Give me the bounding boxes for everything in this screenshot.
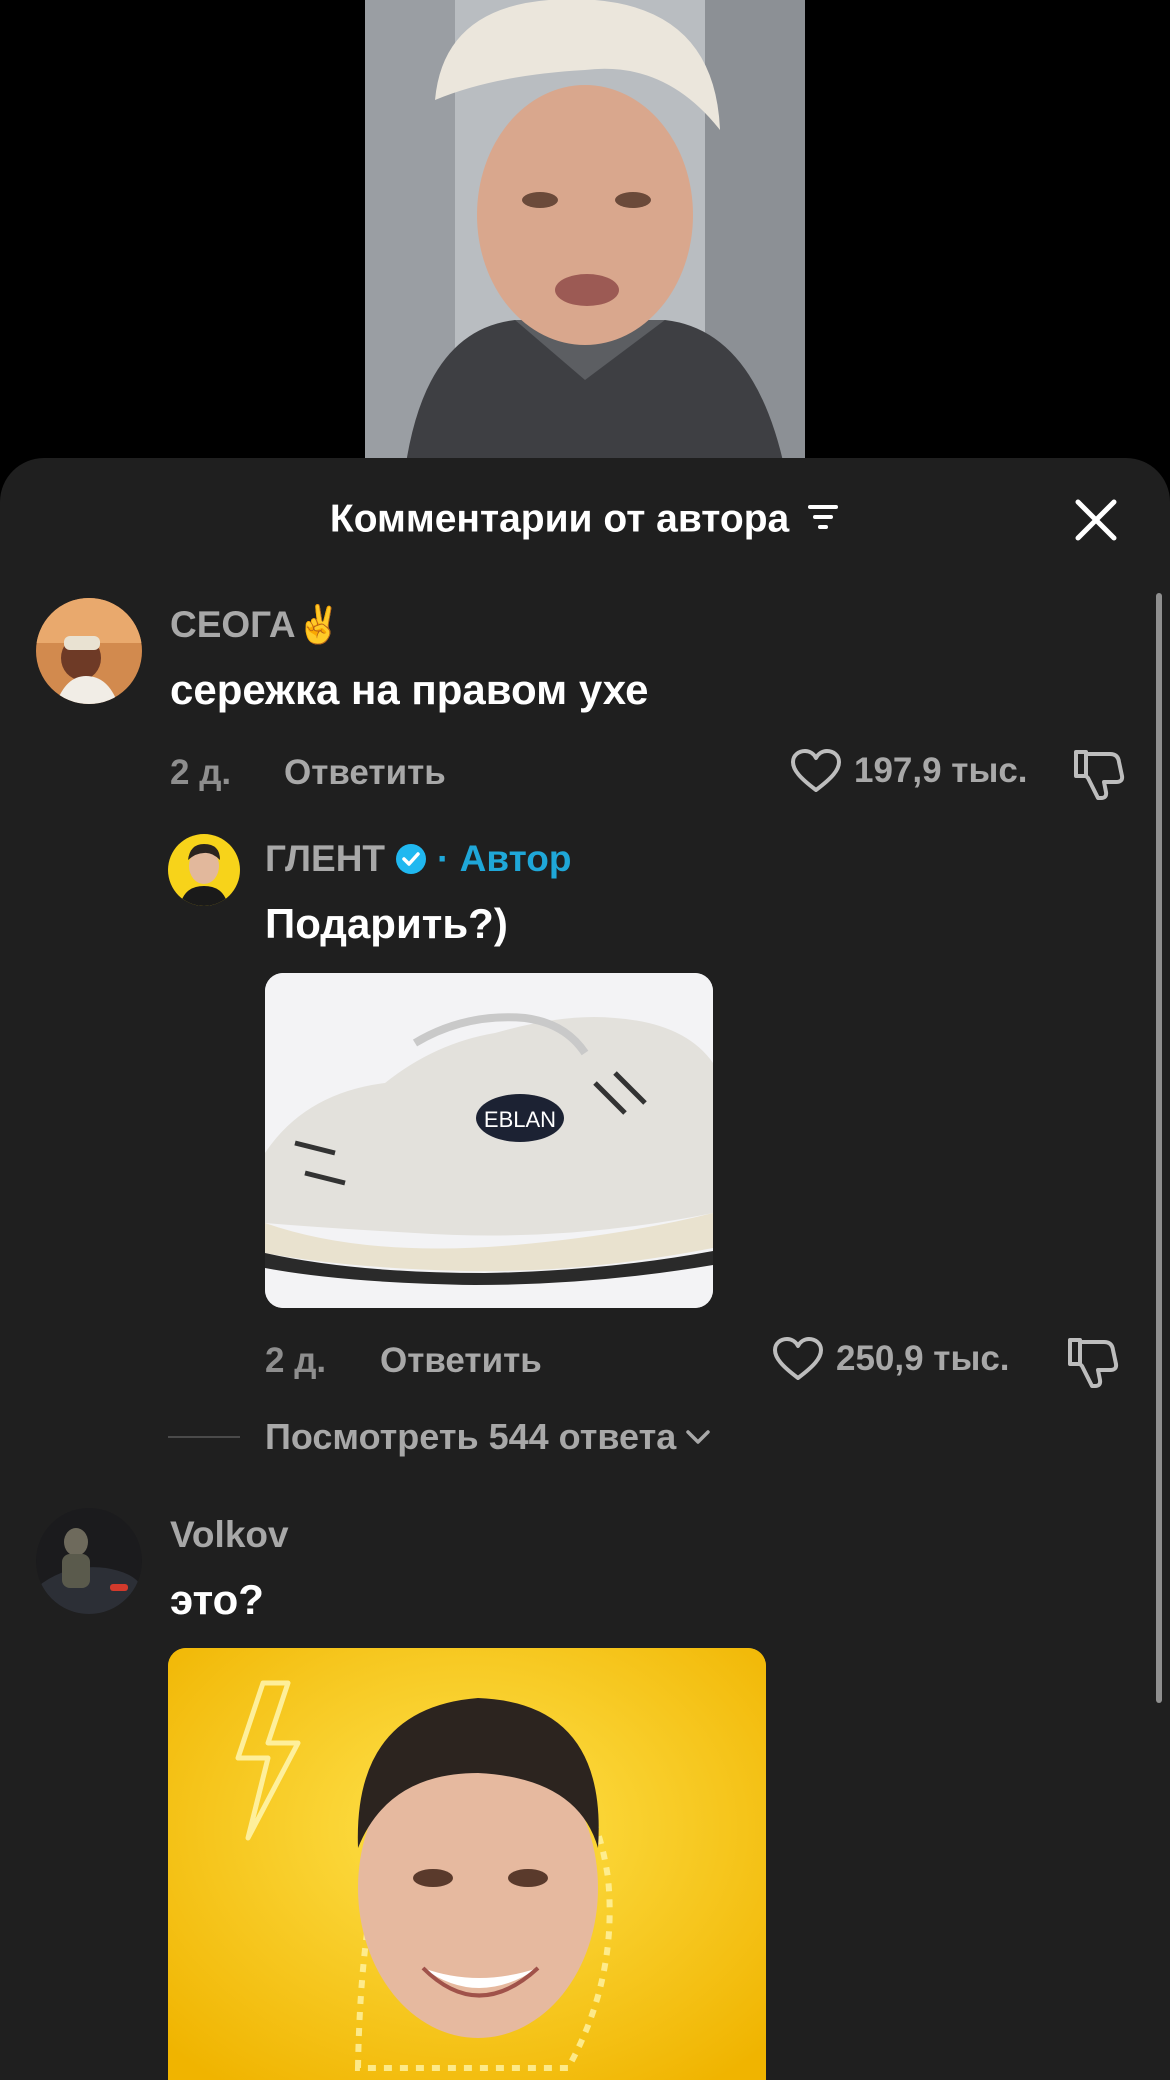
- dislike-icon[interactable]: [1070, 746, 1126, 807]
- dislike-icon[interactable]: [1064, 1334, 1120, 1395]
- verified-icon: [396, 844, 427, 874]
- heart-icon: [773, 1337, 823, 1380]
- comment-username[interactable]: ГЛЕНТ: [265, 838, 385, 880]
- like-button[interactable]: 250,9 тыс.: [772, 1336, 1010, 1382]
- video-person-image: [365, 0, 805, 470]
- view-replies-button[interactable]: Посмотреть 544 ответа: [265, 1416, 712, 1458]
- view-replies-label: Посмотреть 544 ответа: [265, 1416, 677, 1457]
- comment-text: Подарить?): [265, 900, 508, 947]
- like-count: 197,9 тыс.: [854, 751, 1028, 790]
- like-count: 250,9 тыс.: [836, 1339, 1010, 1378]
- divider: [168, 1436, 240, 1438]
- close-icon[interactable]: [1072, 496, 1120, 544]
- comments-sheet: Комментарии от автора СЕОГА✌️ сережка на…: [0, 458, 1170, 2080]
- avatar[interactable]: [168, 834, 240, 906]
- comment-image-sneaker[interactable]: EBLAN: [265, 973, 713, 1308]
- filter-icon[interactable]: [806, 498, 840, 542]
- sheet-header: Комментарии от автора: [0, 496, 1170, 542]
- sneaker-brand-text: EBLAN: [484, 1107, 556, 1132]
- comment-username[interactable]: СЕОГА✌️: [170, 604, 342, 647]
- reply-button[interactable]: Ответить: [380, 1341, 542, 1381]
- avatar[interactable]: [36, 1508, 142, 1614]
- comment-text: сережка на правом ухе: [170, 666, 649, 713]
- video-frame[interactable]: [365, 0, 805, 470]
- avatar[interactable]: [36, 598, 142, 704]
- comment-username-row: ГЛЕНТ · Автор: [265, 838, 571, 880]
- sheet-title: Комментарии от автора: [329, 497, 790, 541]
- comment-time: 2 д.: [170, 753, 232, 792]
- scrollbar[interactable]: [1156, 593, 1162, 1703]
- comment-time: 2 д.: [265, 1341, 327, 1380]
- author-badge: · Автор: [437, 838, 572, 879]
- like-button[interactable]: 197,9 тыс.: [790, 748, 1028, 794]
- comment-image-portrait[interactable]: [168, 1648, 766, 2080]
- chevron-down-icon: [686, 1430, 710, 1444]
- comment-username[interactable]: Volkov: [170, 1514, 289, 1556]
- reply-button[interactable]: Ответить: [284, 753, 446, 793]
- comment-text: это?: [170, 1576, 264, 1623]
- heart-icon: [791, 749, 841, 792]
